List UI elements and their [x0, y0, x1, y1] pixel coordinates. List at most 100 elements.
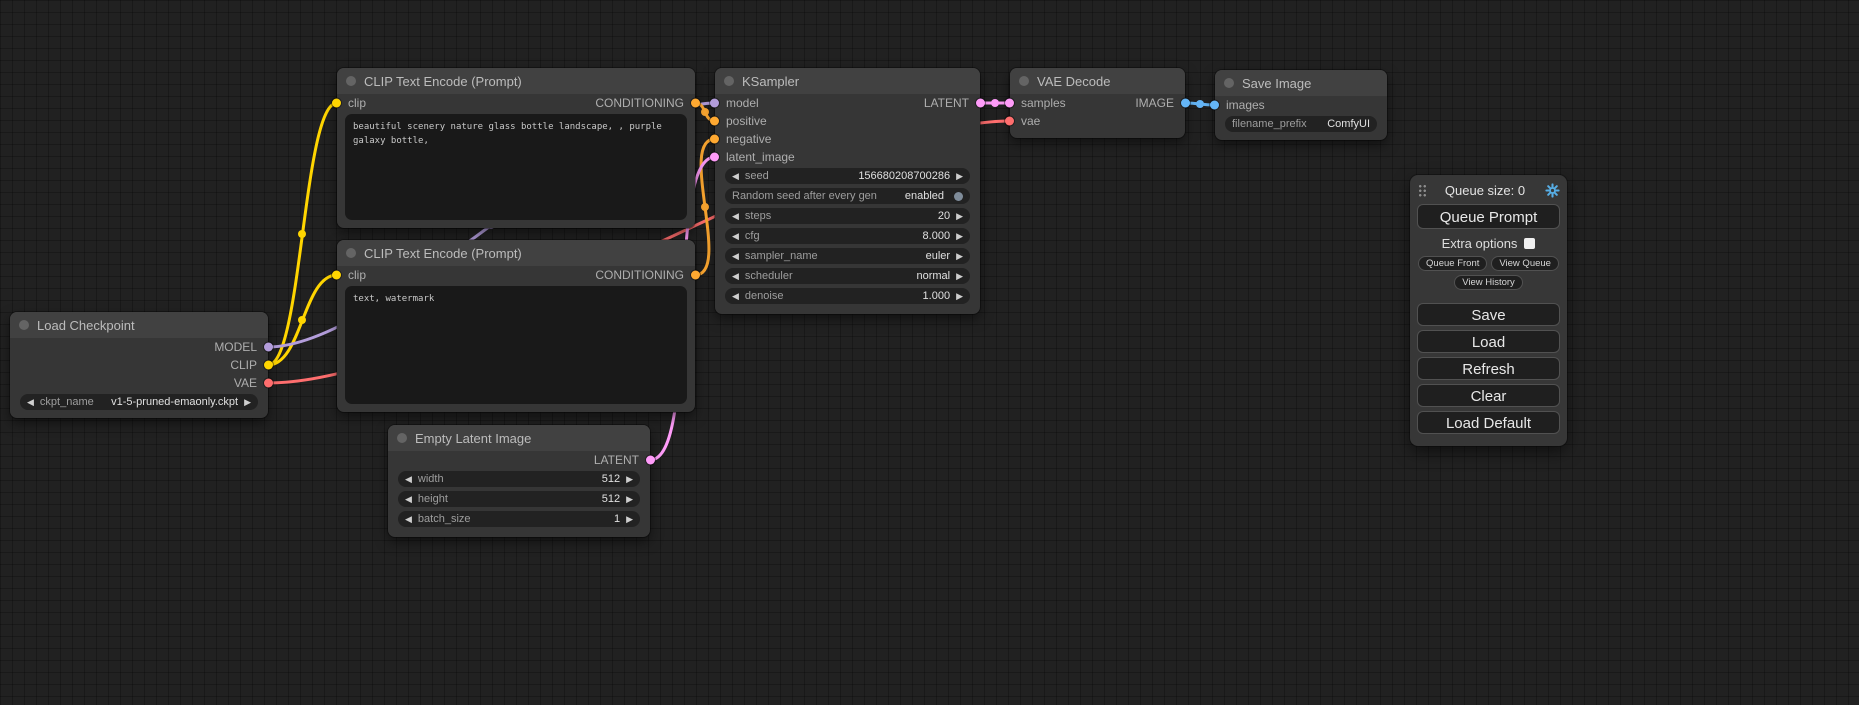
increment-arrow-icon[interactable]: ▶ [626, 495, 633, 504]
node-title: CLIP Text Encode (Prompt) [364, 74, 522, 89]
increment-arrow-icon[interactable]: ▶ [956, 212, 963, 221]
node-header[interactable]: Save Image [1215, 70, 1387, 96]
increment-arrow-icon[interactable]: ▶ [626, 515, 633, 524]
scheduler-widget[interactable]: ◀ scheduler normal ▶ [725, 268, 970, 284]
load-button[interactable]: Load [1417, 330, 1560, 353]
decrement-arrow-icon[interactable]: ◀ [732, 292, 739, 301]
positive-prompt-textarea[interactable]: beautiful scenery nature glass bottle la… [345, 114, 687, 220]
node-title: CLIP Text Encode (Prompt) [364, 246, 522, 261]
negative-prompt-textarea[interactable]: text, watermark [345, 286, 687, 404]
view-history-button[interactable]: View History [1454, 275, 1523, 290]
collapse-dot-icon[interactable] [346, 76, 356, 86]
drag-handle-icon[interactable] [1417, 183, 1426, 198]
node-empty-latent-image[interactable]: Empty Latent Image LATENT ◀ width 512 ▶ … [388, 425, 650, 537]
vae-input-dot[interactable] [1005, 117, 1014, 126]
slot-row-model-latent: model LATENT [715, 94, 980, 112]
clear-button[interactable]: Clear [1417, 384, 1560, 407]
increment-arrow-icon[interactable]: ▶ [626, 475, 633, 484]
increment-arrow-icon[interactable]: ▶ [956, 172, 963, 181]
decrement-arrow-icon[interactable]: ◀ [27, 398, 34, 407]
node-graph-canvas[interactable]: Load Checkpoint MODEL CLIP VAE ◀ ckpt_na… [0, 0, 1859, 705]
seed-widget[interactable]: ◀ seed 156680208700286 ▶ [725, 168, 970, 184]
collapse-dot-icon[interactable] [1224, 78, 1234, 88]
decrement-arrow-icon[interactable]: ◀ [405, 515, 412, 524]
model-output-dot[interactable] [264, 343, 273, 352]
queue-prompt-button[interactable]: Queue Prompt [1417, 204, 1560, 229]
sampler-name-widget[interactable]: ◀ sampler_name euler ▶ [725, 248, 970, 264]
images-input-dot[interactable] [1210, 101, 1219, 110]
conditioning-output-dot[interactable] [691, 99, 700, 108]
increment-arrow-icon[interactable]: ▶ [956, 252, 963, 261]
collapse-dot-icon[interactable] [724, 76, 734, 86]
settings-gear-icon[interactable] [1544, 182, 1560, 198]
decrement-arrow-icon[interactable]: ◀ [405, 475, 412, 484]
image-output-dot[interactable] [1181, 99, 1190, 108]
positive-input-dot[interactable] [710, 117, 719, 126]
latent-image-input-dot[interactable] [710, 153, 719, 162]
decrement-arrow-icon[interactable]: ◀ [732, 232, 739, 241]
width-widget[interactable]: ◀ width 512 ▶ [398, 471, 640, 487]
wire-midpoint-dot [298, 316, 306, 324]
vae-output-dot[interactable] [264, 379, 273, 388]
denoise-widget[interactable]: ◀ denoise 1.000 ▶ [725, 288, 970, 304]
decrement-arrow-icon[interactable]: ◀ [732, 252, 739, 261]
collapse-dot-icon[interactable] [346, 248, 356, 258]
node-header[interactable]: VAE Decode [1010, 68, 1185, 94]
node-load-checkpoint[interactable]: Load Checkpoint MODEL CLIP VAE ◀ ckpt_na… [10, 312, 268, 418]
node-vae-decode[interactable]: VAE Decode samples IMAGE vae [1010, 68, 1185, 138]
increment-arrow-icon[interactable]: ▶ [956, 232, 963, 241]
cfg-widget[interactable]: ◀ cfg 8.000 ▶ [725, 228, 970, 244]
node-header[interactable]: CLIP Text Encode (Prompt) [337, 240, 695, 266]
input-slot-negative: negative [715, 130, 980, 148]
slot-row-samples-image: samples IMAGE [1010, 94, 1185, 112]
node-clip-text-encode-negative[interactable]: CLIP Text Encode (Prompt) clip CONDITION… [337, 240, 695, 412]
output-slot-model: MODEL [10, 338, 268, 356]
wire-midpoint-dot [991, 99, 999, 107]
collapse-dot-icon[interactable] [1019, 76, 1029, 86]
ckpt-name-widget[interactable]: ◀ ckpt_name v1-5-pruned-emaonly.ckpt ▶ [20, 394, 258, 410]
node-header[interactable]: Empty Latent Image [388, 425, 650, 451]
decrement-arrow-icon[interactable]: ◀ [405, 495, 412, 504]
node-header[interactable]: Load Checkpoint [10, 312, 268, 338]
negative-input-dot[interactable] [710, 135, 719, 144]
random-seed-widget[interactable]: Random seed after every gen enabled [725, 188, 970, 204]
extra-options-label: Extra options [1442, 236, 1518, 251]
decrement-arrow-icon[interactable]: ◀ [732, 212, 739, 221]
batch-size-widget[interactable]: ◀ batch_size 1 ▶ [398, 511, 640, 527]
steps-widget[interactable]: ◀ steps 20 ▶ [725, 208, 970, 224]
conditioning-output-dot[interactable] [691, 271, 700, 280]
increment-arrow-icon[interactable]: ▶ [244, 398, 251, 407]
latent-output-dot[interactable] [646, 456, 655, 465]
clip-input-dot[interactable] [332, 99, 341, 108]
node-clip-text-encode-positive[interactable]: CLIP Text Encode (Prompt) clip CONDITION… [337, 68, 695, 228]
increment-arrow-icon[interactable]: ▶ [956, 292, 963, 301]
latent-output-dot[interactable] [976, 99, 985, 108]
view-queue-button[interactable]: View Queue [1491, 256, 1559, 271]
load-default-button[interactable]: Load Default [1417, 411, 1560, 434]
output-slot-clip: CLIP [10, 356, 268, 374]
queue-front-button[interactable]: Queue Front [1418, 256, 1487, 271]
height-widget[interactable]: ◀ height 512 ▶ [398, 491, 640, 507]
clip-output-dot[interactable] [264, 361, 273, 370]
model-input-dot[interactable] [710, 99, 719, 108]
node-header[interactable]: KSampler [715, 68, 980, 94]
decrement-arrow-icon[interactable]: ◀ [732, 172, 739, 181]
input-slot-images: images [1215, 96, 1387, 114]
collapse-dot-icon[interactable] [19, 320, 29, 330]
queue-size-label: Queue size: 0 [1426, 183, 1544, 198]
collapse-dot-icon[interactable] [397, 433, 407, 443]
decrement-arrow-icon[interactable]: ◀ [732, 272, 739, 281]
extra-options-checkbox[interactable] [1524, 238, 1535, 249]
slot-row: clip CONDITIONING [337, 266, 695, 284]
refresh-button[interactable]: Refresh [1417, 357, 1560, 380]
node-ksampler[interactable]: KSampler model LATENT positive negative … [715, 68, 980, 314]
node-save-image[interactable]: Save Image images filename_prefix ComfyU… [1215, 70, 1387, 140]
random-seed-toggle[interactable] [954, 192, 963, 201]
increment-arrow-icon[interactable]: ▶ [956, 272, 963, 281]
clip-input-dot[interactable] [332, 271, 341, 280]
filename-prefix-widget[interactable]: filename_prefix ComfyUI [1225, 116, 1377, 132]
samples-input-dot[interactable] [1005, 99, 1014, 108]
save-button[interactable]: Save [1417, 303, 1560, 326]
input-slot-vae: vae [1010, 112, 1185, 130]
node-header[interactable]: CLIP Text Encode (Prompt) [337, 68, 695, 94]
